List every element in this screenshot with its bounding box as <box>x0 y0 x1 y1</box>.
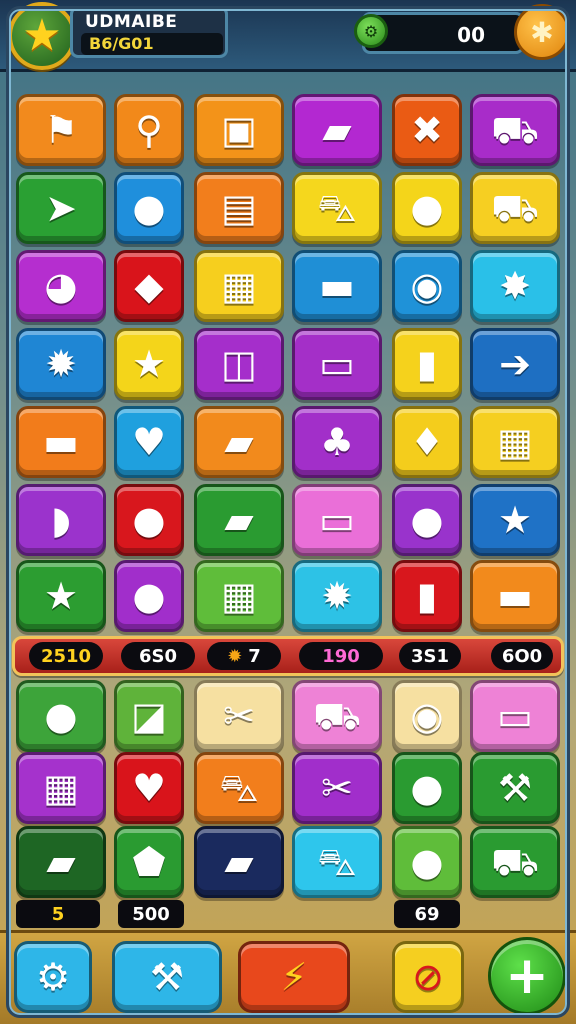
screen-frame <box>6 6 570 1018</box>
